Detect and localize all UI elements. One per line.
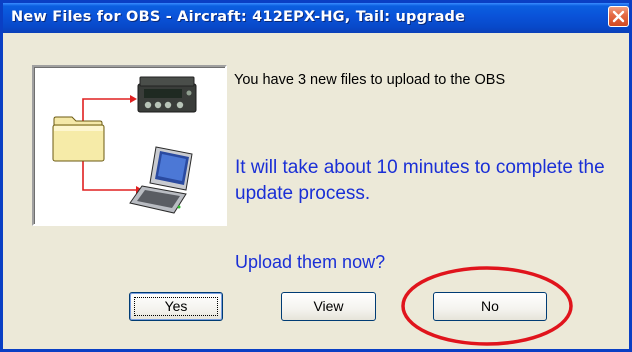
view-button-label: View [313, 298, 344, 314]
view-button[interactable]: View [281, 292, 376, 321]
folder-icon [52, 116, 105, 162]
upload-illustration [32, 65, 227, 226]
no-button-label: No [481, 298, 499, 314]
dialog-window: New Files for OBS - Aircraft: 412EPX-HG,… [0, 0, 632, 352]
files-count-message: You have 3 new files to upload to the OB… [234, 72, 506, 88]
yes-button-label: Yes [164, 298, 188, 314]
obs-device-icon [137, 76, 197, 113]
yes-button[interactable]: Yes [129, 292, 223, 321]
window-title: New Files for OBS - Aircraft: 412EPX-HG,… [11, 9, 466, 25]
title-bar[interactable]: New Files for OBS - Aircraft: 412EPX-HG,… [3, 3, 629, 33]
close-icon [612, 10, 625, 23]
upload-prompt: Upload them now? [235, 252, 386, 272]
no-button[interactable]: No [433, 292, 547, 321]
duration-message: It will take about 10 minutes to complet… [235, 157, 605, 204]
laptop-icon [129, 146, 193, 214]
close-button[interactable] [608, 6, 629, 27]
